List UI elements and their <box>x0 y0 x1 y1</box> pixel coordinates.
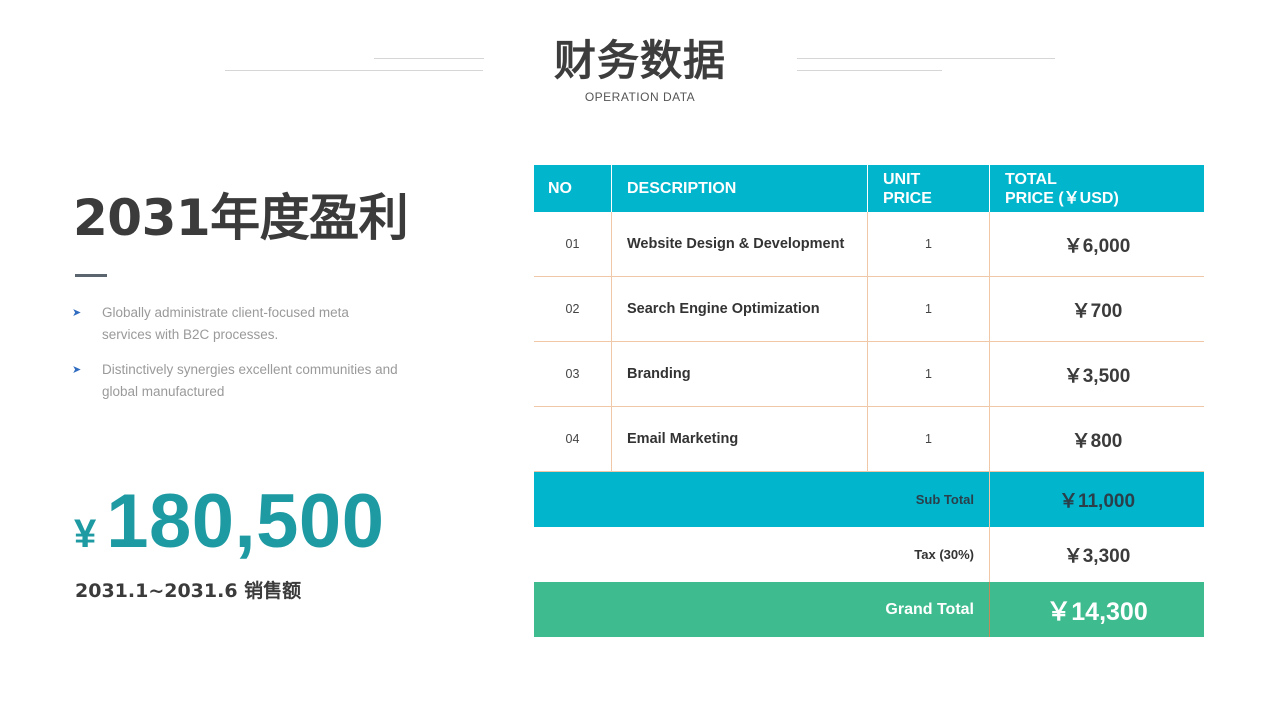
tax-value: ￥3,300 <box>1063 546 1131 567</box>
tax-row: Tax (30%) ￥3,300 <box>534 527 1204 582</box>
sales-amount-caption: 2031.1~2031.6 销售额 <box>75 580 302 602</box>
row-unit-price: 1 <box>868 342 990 406</box>
row-total: ￥6,000 <box>1063 235 1131 257</box>
row-no: 02 <box>534 277 612 341</box>
price-table: NO DESCRIPTION UNIT PRICE TOTAL PRICE (￥… <box>534 165 1204 637</box>
arrowhead-bullet-icon: ➤ <box>72 307 82 319</box>
header-total-price-line2: PRICE (￥USD) <box>1005 189 1119 207</box>
row-description: Email Marketing <box>612 407 868 471</box>
row-unit-price: 1 <box>868 277 990 341</box>
table-header-row: NO DESCRIPTION UNIT PRICE TOTAL PRICE (￥… <box>534 165 1204 212</box>
header-total-price: TOTAL PRICE (￥USD) <box>990 165 1204 212</box>
row-no: 04 <box>534 407 612 471</box>
row-unit-price: 1 <box>868 212 990 276</box>
subtotal-label: Sub Total <box>534 472 990 527</box>
subtotal-row: Sub Total ￥11,000 <box>534 472 1204 527</box>
header-unit-price-line1: UNIT <box>883 170 921 188</box>
year-heading: 2031年度盈利 <box>73 189 409 247</box>
sales-amount: ¥ 180,500 <box>74 478 384 565</box>
header-no: NO <box>534 165 612 212</box>
heading-accent-bar <box>75 274 107 277</box>
bullet-list: ➤ Globally administrate client-focused m… <box>72 302 402 416</box>
header-total-price-line1: TOTAL <box>1005 170 1057 188</box>
grand-total-row: Grand Total ￥14,300 <box>534 582 1204 637</box>
header-unit-price: UNIT PRICE <box>868 165 990 212</box>
grand-total-label: Grand Total <box>534 582 990 637</box>
row-unit-price: 1 <box>868 407 990 471</box>
subtotal-value: ￥11,000 <box>1058 491 1136 512</box>
row-description: Website Design & Development <box>612 212 868 276</box>
row-total: ￥700 <box>1071 300 1123 322</box>
row-no: 01 <box>534 212 612 276</box>
row-total: ￥800 <box>1071 430 1123 452</box>
table-row: 03 Branding 1 ￥3,500 <box>534 342 1204 407</box>
bullet-item: ➤ Globally administrate client-focused m… <box>72 302 402 346</box>
header-unit-price-line2: PRICE <box>883 189 932 207</box>
page-subtitle: OPERATION DATA <box>584 90 696 104</box>
table-row: 04 Email Marketing 1 ￥800 <box>534 407 1204 472</box>
row-no: 03 <box>534 342 612 406</box>
sales-amount-value: 180,500 <box>106 479 385 564</box>
tax-label: Tax (30%) <box>534 527 990 582</box>
row-description: Branding <box>612 342 868 406</box>
grand-total-value: ￥14,300 <box>1046 597 1148 626</box>
header-description: DESCRIPTION <box>612 165 868 212</box>
arrowhead-bullet-icon: ➤ <box>72 364 82 376</box>
row-total: ￥3,500 <box>1063 365 1131 387</box>
page-title: 财务数据 <box>553 36 726 85</box>
bullet-item: ➤ Distinctively synergies excellent comm… <box>72 359 402 403</box>
bullet-text: Distinctively synergies excellent commun… <box>102 362 398 399</box>
row-description: Search Engine Optimization <box>612 277 868 341</box>
table-row: 01 Website Design & Development 1 ￥6,000 <box>534 212 1204 277</box>
table-row: 02 Search Engine Optimization 1 ￥700 <box>534 277 1204 342</box>
sales-amount-currency: ¥ <box>74 512 97 556</box>
bullet-text: Globally administrate client-focused met… <box>102 305 349 342</box>
